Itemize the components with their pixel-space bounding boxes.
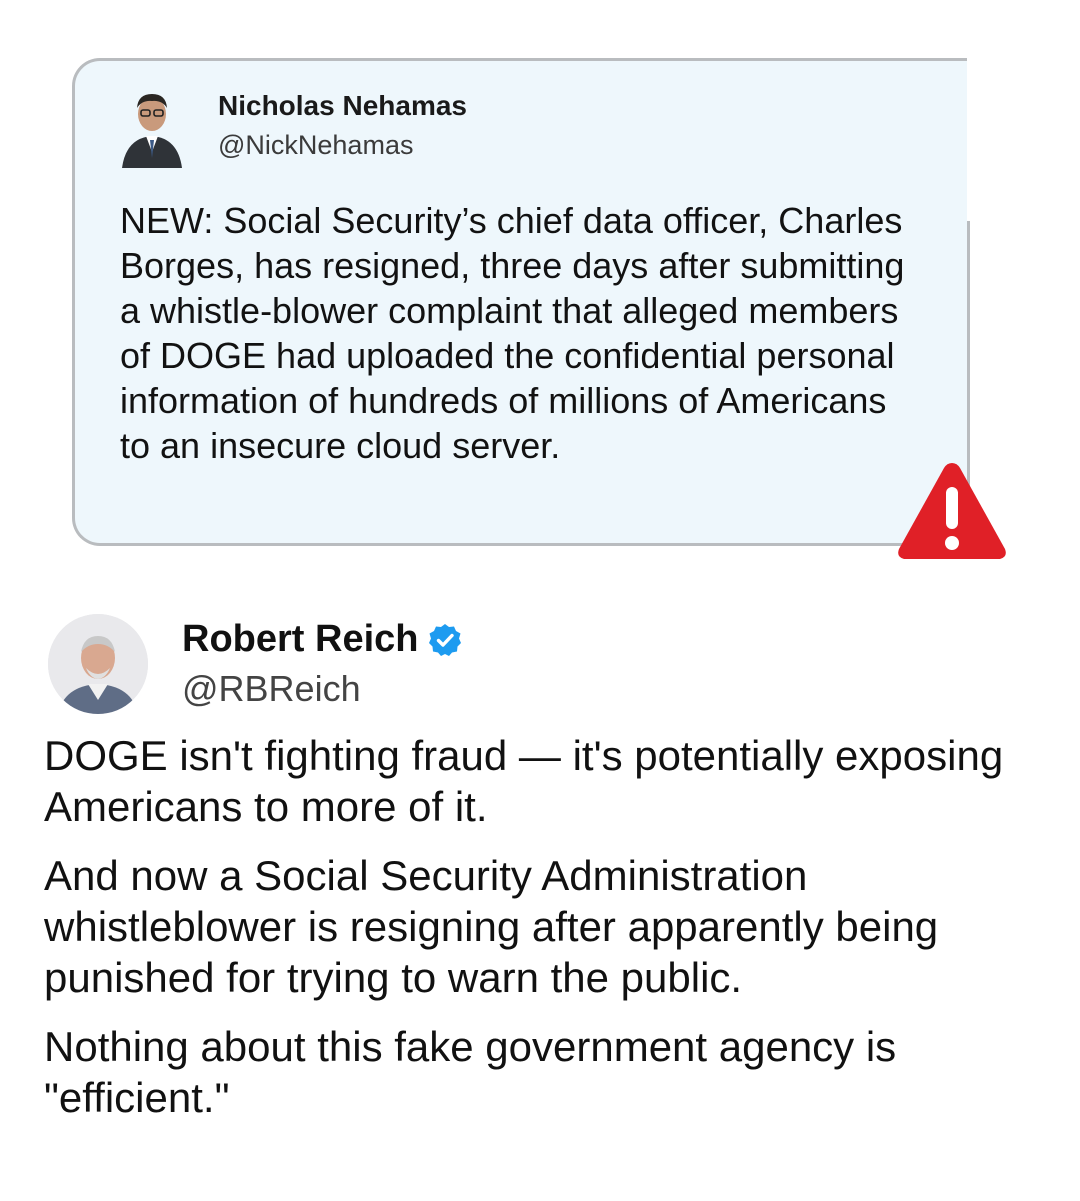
quoted-tweet-text: NEW: Social Security’s chief data office… xyxy=(120,200,905,466)
verified-badge-icon xyxy=(429,623,462,656)
main-tweet-text: DOGE isn't fighting fraud — it's potenti… xyxy=(44,730,1054,1141)
tweet-paragraph: Nothing about this fake government agenc… xyxy=(44,1023,897,1121)
warning-icon xyxy=(898,463,1006,559)
main-author-avatar[interactable] xyxy=(48,614,148,714)
tweet-paragraph: DOGE isn't fighting fraud — it's potenti… xyxy=(44,732,1004,830)
tweet-paragraph: And now a Social Security Administration… xyxy=(44,852,939,1001)
quoted-author-avatar[interactable] xyxy=(118,88,186,168)
main-author-name-row[interactable]: Robert Reich xyxy=(182,618,462,661)
quoted-author-handle[interactable]: @NickNehamas xyxy=(218,130,413,161)
quoted-author-name[interactable]: Nicholas Nehamas xyxy=(218,90,467,122)
main-author-name[interactable]: Robert Reich xyxy=(182,618,418,661)
main-author-handle[interactable]: @RBReich xyxy=(182,668,361,710)
